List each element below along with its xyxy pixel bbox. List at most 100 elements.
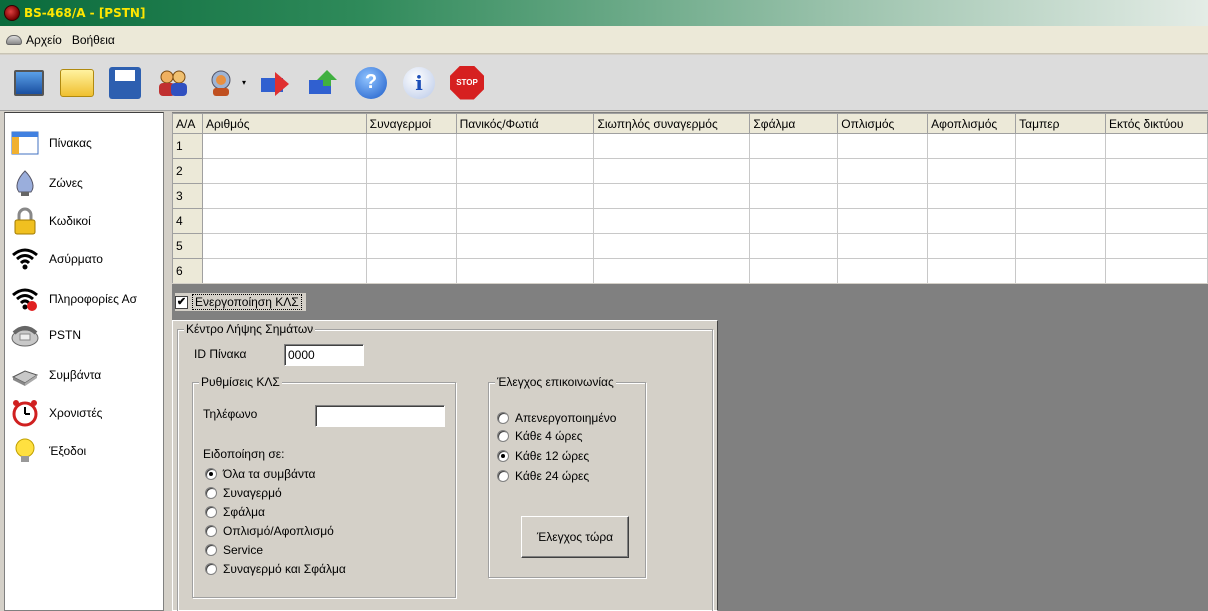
sidebar-item-codes[interactable]: Κωδικοί xyxy=(5,201,163,241)
table-cell[interactable] xyxy=(593,183,751,209)
download-button[interactable] xyxy=(256,63,294,103)
enable-receiver-checkbox[interactable]: ✔ xyxy=(175,295,188,309)
check-now-button[interactable]: Έλεγχος τώρα xyxy=(521,516,629,558)
radio-button[interactable] xyxy=(497,470,509,482)
table-cell[interactable] xyxy=(927,208,1017,234)
table-row[interactable]: 3 xyxy=(172,183,1208,209)
column-header[interactable]: Αριθμός xyxy=(201,113,367,134)
table-cell[interactable] xyxy=(837,183,929,209)
table-cell[interactable] xyxy=(1105,208,1208,234)
table-cell[interactable] xyxy=(1105,233,1208,259)
sidebar-item-panel[interactable]: Πίνακας xyxy=(5,123,163,163)
table-cell[interactable] xyxy=(837,258,929,283)
connect-button[interactable] xyxy=(10,63,48,103)
table-cell[interactable] xyxy=(927,233,1017,259)
table-row[interactable]: 1 xyxy=(172,133,1208,159)
users-button[interactable] xyxy=(154,63,192,103)
notify-option-service[interactable]: Service xyxy=(205,543,263,557)
table-cell[interactable] xyxy=(365,258,457,283)
table-cell[interactable] xyxy=(749,133,839,159)
comm-option-4h[interactable]: Κάθε 4 ώρες xyxy=(497,429,583,443)
notify-option-alarm[interactable]: Συναγερμό xyxy=(205,486,282,500)
radio-button[interactable] xyxy=(497,430,509,442)
radio-button[interactable] xyxy=(205,525,217,537)
sidebar-item-events[interactable]: Συμβάντα xyxy=(5,355,163,395)
save-button[interactable] xyxy=(106,63,144,103)
enable-receiver-label[interactable]: Ενεργοποίηση ΚΛΣ xyxy=(192,294,302,310)
stop-button[interactable]: STOP xyxy=(448,63,486,103)
column-header[interactable]: Εκτός δικτύου xyxy=(1105,113,1208,134)
table-cell[interactable] xyxy=(837,208,929,234)
radio-button[interactable] xyxy=(497,450,509,462)
user-menu-button[interactable] xyxy=(202,63,240,103)
upload-button[interactable] xyxy=(304,63,342,103)
table-cell[interactable] xyxy=(201,233,367,259)
open-button[interactable] xyxy=(58,63,96,103)
table-cell[interactable] xyxy=(837,158,929,184)
table-cell[interactable] xyxy=(1105,183,1208,209)
table-cell[interactable] xyxy=(365,183,457,209)
sidebar-item-wireless-info[interactable]: Πληροφορίες Ασ xyxy=(5,279,163,319)
table-cell[interactable] xyxy=(201,133,367,159)
radio-button[interactable] xyxy=(205,563,217,575)
table-cell[interactable] xyxy=(1015,258,1106,283)
table-cell[interactable] xyxy=(593,158,751,184)
radio-button[interactable] xyxy=(205,506,217,518)
radio-button[interactable] xyxy=(497,412,509,424)
table-cell[interactable] xyxy=(927,133,1017,159)
column-header[interactable]: Σιωπηλός συναγερμός xyxy=(593,113,751,134)
table-cell[interactable] xyxy=(455,233,595,259)
table-row[interactable]: 5 xyxy=(172,233,1208,259)
notify-option-fault[interactable]: Σφάλμα xyxy=(205,505,265,519)
column-header[interactable]: Συναγερμοί xyxy=(365,113,457,134)
table-cell[interactable] xyxy=(455,183,595,209)
table-cell[interactable] xyxy=(455,208,595,234)
column-header[interactable]: Πανικός/Φωτιά xyxy=(455,113,595,134)
table-cell[interactable] xyxy=(365,233,457,259)
table-cell[interactable] xyxy=(201,183,367,209)
table-cell[interactable] xyxy=(201,258,367,283)
sidebar-item-zones[interactable]: Ζώνες xyxy=(5,163,163,203)
radio-button[interactable] xyxy=(205,544,217,556)
comm-option-disabled[interactable]: Απενεργοποιημένο xyxy=(497,411,616,425)
sidebar-item-timers[interactable]: Χρονιστές xyxy=(5,393,163,433)
table-cell[interactable] xyxy=(749,208,839,234)
table-cell[interactable] xyxy=(1015,233,1106,259)
table-row[interactable]: 4 xyxy=(172,208,1208,234)
table-cell[interactable] xyxy=(927,258,1017,283)
table-cell[interactable] xyxy=(455,258,595,283)
table-cell[interactable] xyxy=(593,133,751,159)
radio-button[interactable] xyxy=(205,468,217,480)
help-button[interactable]: ? xyxy=(352,63,390,103)
column-header[interactable]: Αφοπλισμός xyxy=(927,113,1017,134)
sidebar-item-outputs[interactable]: Έξοδοι xyxy=(5,431,163,471)
notify-option-all[interactable]: Όλα τα συμβάντα xyxy=(205,467,315,481)
column-header[interactable]: Σφάλμα xyxy=(749,113,839,134)
table-cell[interactable] xyxy=(1105,133,1208,159)
column-header[interactable]: Α/Α xyxy=(172,113,203,134)
notify-option-arm-disarm[interactable]: Οπλισμό/Αφοπλισμό xyxy=(205,524,334,538)
table-cell[interactable] xyxy=(201,158,367,184)
comm-option-12h[interactable]: Κάθε 12 ώρες xyxy=(497,449,589,463)
table-cell[interactable] xyxy=(455,158,595,184)
table-row[interactable]: 2 xyxy=(172,158,1208,184)
table-cell[interactable] xyxy=(593,258,751,283)
table-cell[interactable] xyxy=(749,258,839,283)
phone-input[interactable] xyxy=(315,405,445,427)
table-cell[interactable] xyxy=(1105,158,1208,184)
table-cell[interactable] xyxy=(1015,133,1106,159)
table-row[interactable]: 6 xyxy=(172,258,1208,283)
table-cell[interactable] xyxy=(749,233,839,259)
table-cell[interactable] xyxy=(749,183,839,209)
panel-id-input[interactable] xyxy=(284,344,364,366)
table-cell[interactable] xyxy=(1105,258,1208,283)
table-cell[interactable] xyxy=(927,183,1017,209)
menu-help[interactable]: Βοήθεια xyxy=(72,33,115,47)
column-header[interactable]: Ταμπερ xyxy=(1015,113,1106,134)
enable-receiver-checkbox-row[interactable]: ✔ Ενεργοποίηση ΚΛΣ xyxy=(175,293,306,311)
table-cell[interactable] xyxy=(455,133,595,159)
table-cell[interactable] xyxy=(749,158,839,184)
table-cell[interactable] xyxy=(837,133,929,159)
table-cell[interactable] xyxy=(593,208,751,234)
sidebar-item-pstn[interactable]: PSTN xyxy=(5,315,163,355)
